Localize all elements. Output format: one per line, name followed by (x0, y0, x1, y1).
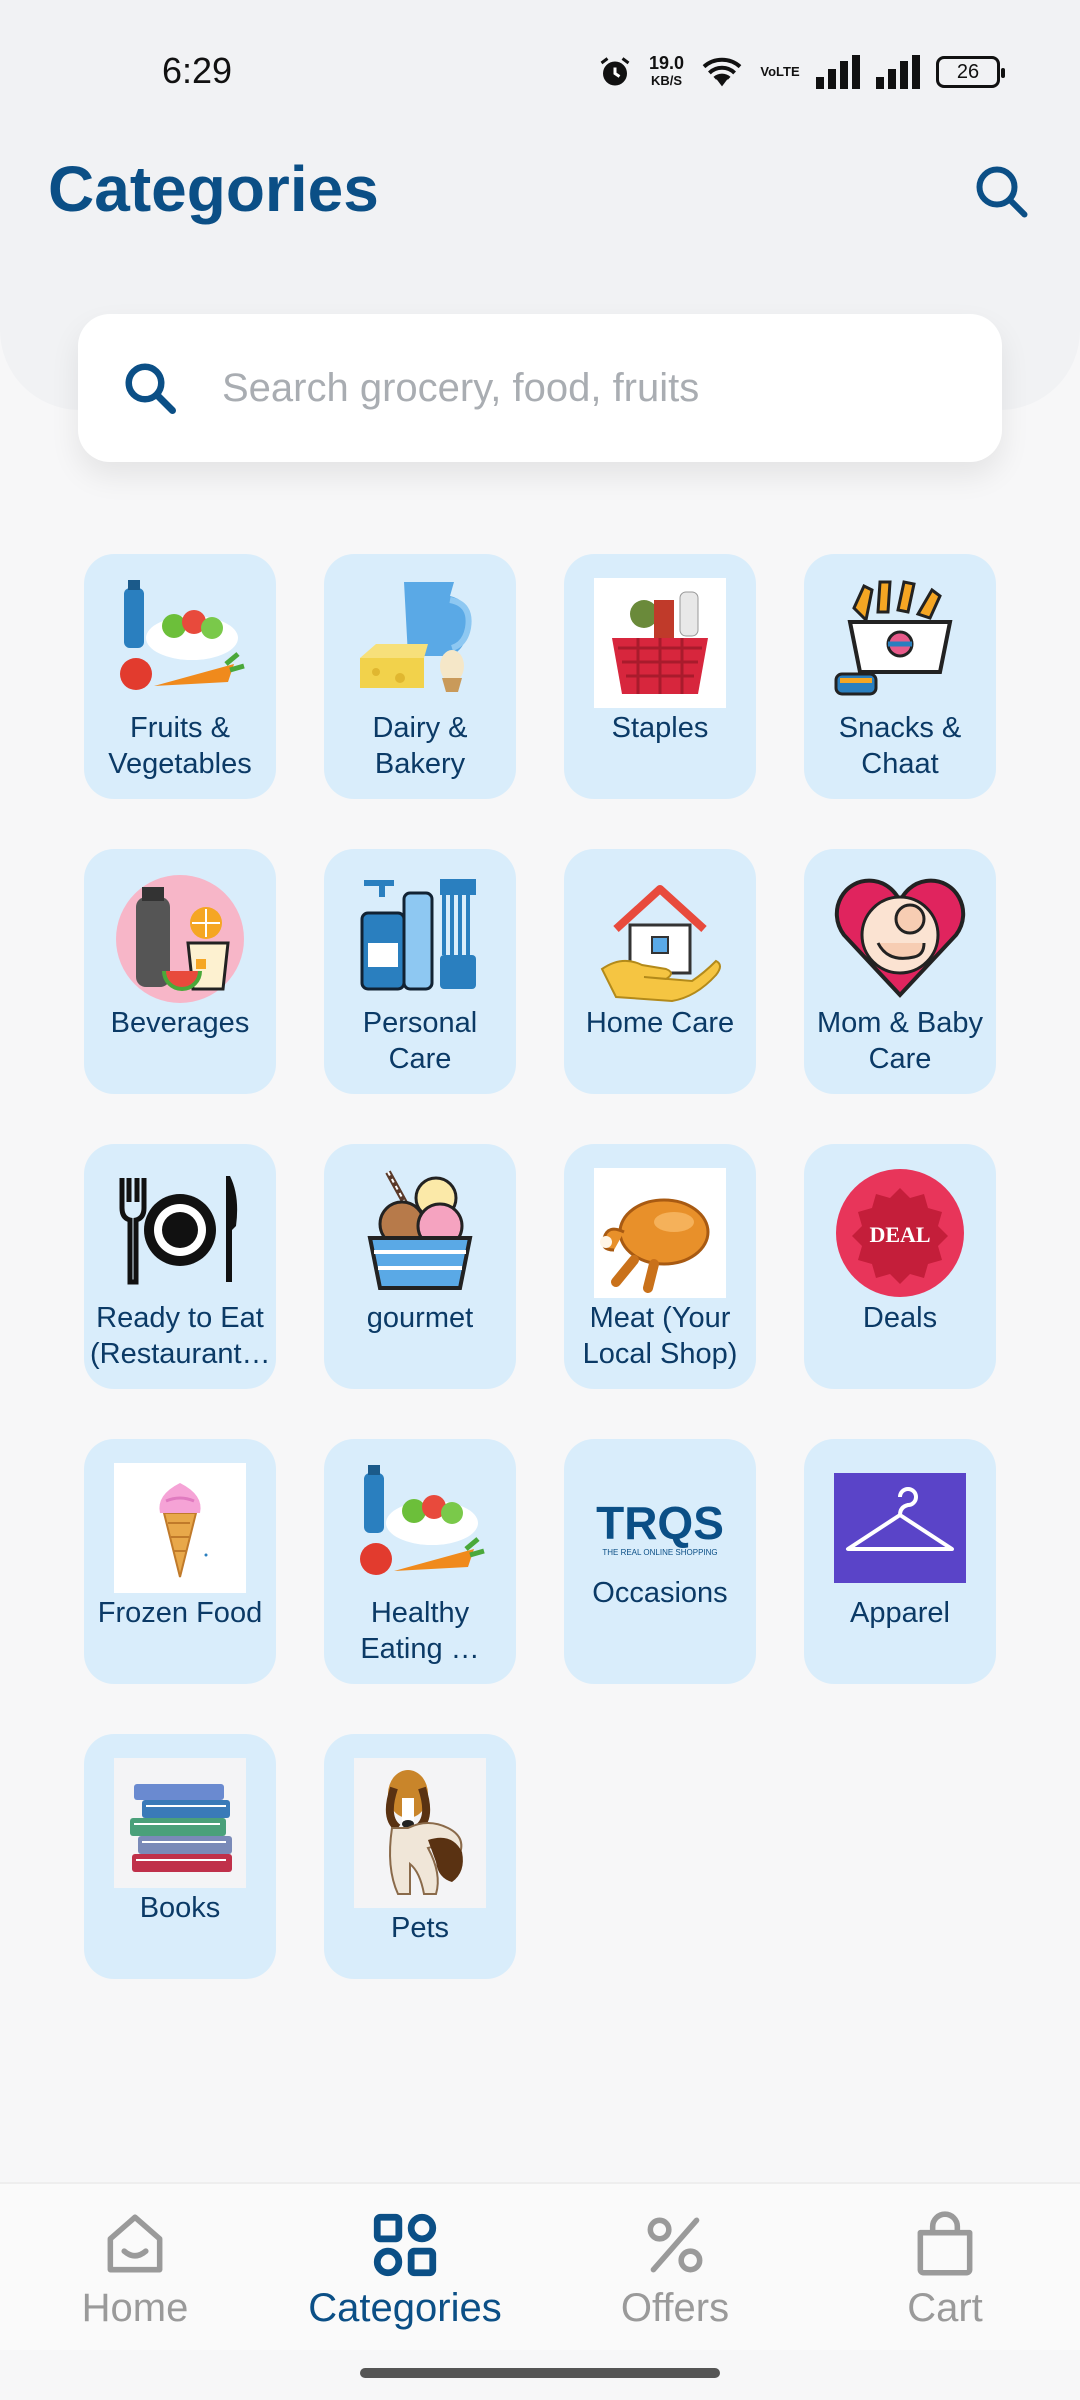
category-label: Apparel (850, 1597, 950, 1629)
category-beverages[interactable]: Beverages (84, 849, 276, 1094)
roast-chicken-icon (594, 1168, 726, 1298)
dairy-bakery-icon (360, 582, 472, 692)
search-icon[interactable] (972, 162, 1032, 222)
deal-badge-text: DEAL (869, 1222, 930, 1247)
category-staples[interactable]: Staples (564, 554, 756, 799)
bottom-navigation: Home Categories Offers Cart (0, 2182, 1080, 2350)
tros-logo-text: TRQS (596, 1497, 724, 1549)
tros-logo-subtext: THE REAL ONLINE SHOPPING (602, 1548, 717, 1557)
deal-badge-icon: DEAL (836, 1169, 964, 1297)
ice-cream-bowl-icon (367, 1170, 473, 1290)
nav-offers[interactable]: Offers (540, 2184, 810, 2350)
nav-label: Home (81, 2286, 189, 2330)
fruits-vegetables-icon (360, 1465, 485, 1575)
home-care-icon (600, 885, 721, 1003)
category-label: Books (139, 1892, 221, 1924)
search-input[interactable] (222, 365, 942, 411)
signal-icon (876, 55, 920, 89)
nav-label: Offers (620, 2286, 730, 2330)
category-grid: Fruits & Vegetables Dairy & Bakery Stapl… (84, 554, 996, 1979)
category-label: Mom & Baby Care (817, 1007, 983, 1075)
nav-categories[interactable]: Categories (270, 2184, 540, 2350)
volte-icon: VoLTE (760, 64, 800, 79)
personal-care-icon (360, 879, 476, 991)
category-label: gourmet (366, 1302, 474, 1334)
home-icon (107, 2214, 163, 2273)
category-label: Personal Care (362, 1007, 478, 1075)
category-deals[interactable]: DEAL Deals (804, 1144, 996, 1389)
status-bar: 6:29 19.0 KB/S VoLTE 26 (0, 0, 1080, 140)
category-occasions[interactable]: TRQS THE REAL ONLINE SHOPPING Occasions (564, 1439, 756, 1684)
net-speed: 19.0 KB/S (648, 53, 684, 88)
category-pets[interactable]: Pets (324, 1734, 516, 1979)
category-books[interactable]: Books (84, 1734, 276, 1979)
category-label: Occasions (592, 1577, 728, 1609)
search-icon (125, 363, 176, 414)
nav-home[interactable]: Home (0, 2184, 270, 2350)
category-label: Frozen Food (97, 1597, 263, 1629)
category-label: Staples (611, 712, 709, 744)
category-label: Home Care (585, 1007, 735, 1039)
search-bar[interactable] (78, 314, 1002, 462)
category-meat[interactable]: Meat (Your Local Shop) (564, 1144, 756, 1389)
category-label: Healthy Eating … (360, 1597, 480, 1665)
status-time: 6:29 (162, 50, 233, 91)
category-label: Dairy & Bakery (372, 712, 468, 780)
category-gourmet[interactable]: gourmet (324, 1144, 516, 1389)
page-title: Categories (48, 153, 379, 225)
signal-icon (816, 55, 860, 89)
alarm-icon (600, 57, 630, 86)
category-frozen-food[interactable]: Frozen Food (84, 1439, 276, 1684)
category-label: Pets (390, 1912, 450, 1944)
home-indicator[interactable] (360, 2368, 720, 2378)
dog-icon (354, 1758, 486, 1908)
staples-basket-icon (594, 578, 726, 708)
category-snacks-chaat[interactable]: Snacks & Chaat (804, 554, 996, 799)
nav-cart[interactable]: Cart (810, 2184, 1080, 2350)
category-label: Meat (Your Local Shop) (582, 1302, 738, 1370)
category-apparel[interactable]: Apparel (804, 1439, 996, 1684)
category-mom-baby-care[interactable]: Mom & Baby Care (804, 849, 996, 1094)
nav-label: Cart (907, 2286, 983, 2330)
battery-icon: 26 (936, 56, 1005, 88)
category-label: Snacks & Chaat (838, 712, 962, 780)
category-label: Deals (862, 1302, 938, 1334)
books-icon (114, 1758, 246, 1888)
fruits-vegetables-icon (120, 580, 245, 690)
percent-icon (647, 2217, 703, 2273)
shopping-bag-icon (917, 2211, 973, 2276)
category-label: Beverages (110, 1007, 250, 1039)
hanger-icon (834, 1473, 966, 1583)
category-ready-to-eat[interactable]: Ready to Eat (Restaurant… (84, 1144, 276, 1389)
tros-logo-icon: TRQS THE REAL ONLINE SHOPPING (596, 1497, 724, 1557)
nav-label: Categories (308, 2286, 502, 2330)
ice-cream-cone-icon (114, 1463, 246, 1593)
category-dairy-bakery[interactable]: Dairy & Bakery (324, 554, 516, 799)
category-home-care[interactable]: Home Care (564, 849, 756, 1094)
mom-baby-icon (834, 878, 966, 998)
category-healthy-eating[interactable]: Healthy Eating … (324, 1439, 516, 1684)
categories-grid-icon (373, 2213, 437, 2277)
cutlery-plate-icon (119, 1176, 238, 1285)
category-label: Fruits & Vegetables (108, 712, 252, 780)
wifi-icon (702, 57, 742, 87)
category-label: Ready to Eat (Restaurant… (90, 1302, 271, 1370)
category-fruits-vegetables[interactable]: Fruits & Vegetables (84, 554, 276, 799)
beverages-icon (116, 875, 244, 1003)
status-icons: 19.0 KB/S VoLTE 26 (597, 50, 1005, 94)
category-personal-care[interactable]: Personal Care (324, 849, 516, 1094)
snacks-icon (834, 580, 953, 696)
